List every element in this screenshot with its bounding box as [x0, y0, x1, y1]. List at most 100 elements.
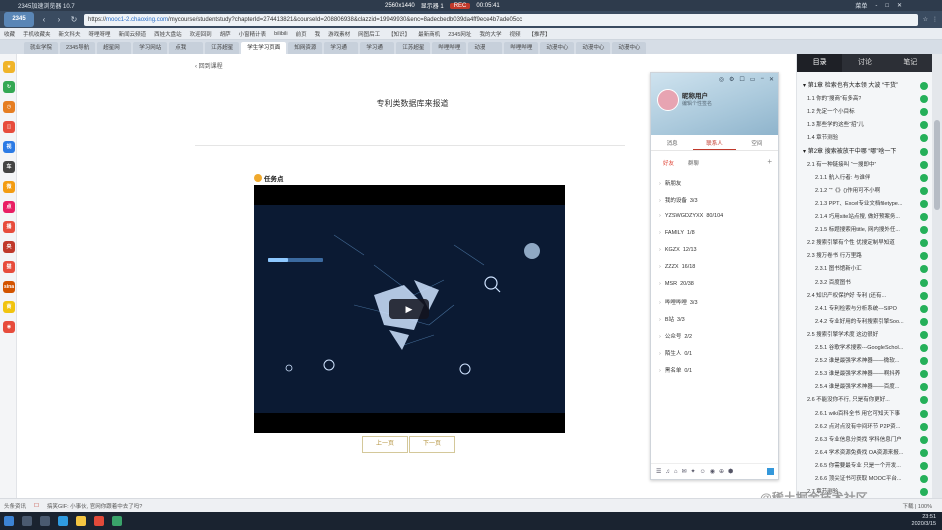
catalog-item[interactable]: 2.6.6 顶尖证书可获取 MOOC平台...: [797, 472, 933, 486]
contact-group[interactable]: › 我的设备 3/3: [659, 196, 698, 204]
catalog-item[interactable]: 2.3 搜万卷书 行万里路: [797, 249, 933, 263]
next-page-button[interactable]: 下一页: [409, 436, 455, 453]
chat-tab[interactable]: 联系人: [693, 137, 736, 150]
contact-group[interactable]: › 新朋友: [659, 179, 684, 187]
status-right[interactable]: 下载 | 100%: [902, 502, 932, 510]
bookmark-item[interactable]: 西娃大盘站: [154, 30, 182, 38]
browser-tab[interactable]: 点我: [169, 42, 204, 54]
catalog-item[interactable]: 2.5 搜索引擎学术度 这边很好: [797, 328, 933, 342]
sidebar-app-icon[interactable]: sina: [3, 281, 15, 293]
contact-group[interactable]: › 陌生人 0/1: [659, 349, 692, 357]
catalog-item[interactable]: 2.1.5 标题搜索用title, 网内搜外任...: [797, 223, 933, 237]
bookmark-item[interactable]: 【知识】: [388, 30, 410, 38]
bookmark-item[interactable]: 新文科夫: [59, 30, 81, 38]
browser-tab[interactable]: 动漫: [468, 42, 503, 54]
catalog-item[interactable]: 2.1 有一种链接叫 “一搜即中”: [797, 158, 933, 172]
catalog-item[interactable]: 1.4 章节测验: [797, 131, 933, 145]
bookmark-item[interactable]: 收藏: [4, 30, 15, 38]
chat-control-icon[interactable]: ▭: [750, 76, 756, 83]
catalog-item[interactable]: 2.1.2 “”《》()作用可不小啊: [797, 184, 933, 198]
chat-tool-icon[interactable]: ♫: [665, 469, 670, 475]
sidebar-app-icon[interactable]: 央: [3, 241, 15, 253]
chat-tab[interactable]: 空间: [736, 137, 778, 150]
refresh-icon[interactable]: ↻: [69, 15, 79, 25]
sidebar-app-icon[interactable]: 视: [3, 141, 15, 153]
catalog-item[interactable]: 2.5.3 谁是最强学术神器——啊抖养: [797, 367, 933, 381]
sidebar-app-icon[interactable]: ◫: [3, 121, 15, 133]
app-icon-2[interactable]: [112, 516, 122, 526]
contact-group[interactable]: › 黑名单 0/1: [659, 366, 692, 374]
task-view-icon[interactable]: [40, 516, 50, 526]
catalog-item[interactable]: 2.5.2 谁是最强学术神器——微软...: [797, 354, 933, 368]
catalog-item[interactable]: 2.1.1 航入行者: 与谁伴: [797, 171, 933, 185]
contact-group[interactable]: › 公众号 2/2: [659, 332, 692, 340]
catalog-item[interactable]: 2.4.2 专业好用的专利搜索引擎Soo...: [797, 315, 933, 329]
contact-group[interactable]: › MSR 20/38: [659, 281, 694, 287]
play-icon[interactable]: ▶: [389, 299, 429, 319]
sidebar-app-icon[interactable]: ◉: [3, 321, 15, 333]
contact-group[interactable]: › KGZX 12/13: [659, 247, 697, 253]
catalog-item[interactable]: 2.4 知识产权保护好 专利 (还有...: [797, 289, 933, 303]
bookmark-item[interactable]: 呀哩呀哩: [89, 30, 111, 38]
chat-control-icon[interactable]: ✕: [769, 76, 774, 83]
bookmark-item[interactable]: bilibili: [274, 31, 287, 37]
add-icon[interactable]: +: [767, 157, 772, 166]
catalog-item[interactable]: 2.5.1 谷歌学术搜索---GoogleSchol...: [797, 341, 933, 355]
rec-badge[interactable]: REC: [449, 2, 471, 9]
browser-tab[interactable]: 学习通: [324, 42, 359, 54]
chat-signature[interactable]: 编辑个性签名: [682, 100, 712, 107]
catalog-item[interactable]: 2.5.4 谁是最强学术神器——百度...: [797, 380, 933, 394]
catalog-tab[interactable]: 目录: [797, 54, 843, 72]
menu-button[interactable]: 菜单: [855, 1, 867, 10]
bookmark-item[interactable]: 新闻云频道: [119, 30, 147, 38]
catalog-item[interactable]: 2.6 不能没你不行, 只是有你更好...: [797, 393, 933, 407]
bookmark-item[interactable]: 2345网址: [448, 30, 471, 38]
sidebar-app-icon[interactable]: ↻: [3, 81, 15, 93]
contact-group[interactable]: › ZZZX 16/18: [659, 264, 695, 270]
chat-tab[interactable]: 消息: [651, 137, 693, 150]
chat-tool-icon[interactable]: ⌂: [674, 469, 678, 475]
bookmark-item[interactable]: 视频: [509, 30, 520, 38]
catalog-item[interactable]: 2.1.4 巧用site站点搜, 做好预案务...: [797, 210, 933, 224]
contact-group[interactable]: › FAMILY 1/8: [659, 230, 695, 236]
catalog-item[interactable]: 2.6.3 专业信息分类找 学科信息门户: [797, 433, 933, 447]
catalog-item[interactable]: 2.6.2 点对点没有中间环节 P2P资...: [797, 420, 933, 434]
forward-arrow-icon[interactable]: ›: [54, 15, 64, 25]
catalog-item[interactable]: 1.2 先定一个小目标: [797, 105, 933, 119]
browser-tab[interactable]: 动漫中心: [540, 42, 575, 54]
chat-tool-icon[interactable]: ⬢: [728, 468, 733, 475]
star-icon[interactable]: ☆: [923, 16, 928, 23]
sidebar-app-icon[interactable]: 播: [3, 221, 15, 233]
chat-tool-icon[interactable]: ◉: [710, 468, 715, 475]
rec-display[interactable]: 显示器 1: [421, 1, 444, 10]
browser-task-icon[interactable]: [58, 516, 68, 526]
chat-subtab[interactable]: 群聊: [688, 159, 699, 167]
browser-tab[interactable]: 学习通: [360, 42, 395, 54]
browser-logo[interactable]: 2345: [4, 12, 34, 27]
more-icon[interactable]: ⋮: [932, 16, 938, 23]
catalog-item[interactable]: 2.3.2 百度图书: [797, 276, 933, 290]
browser-tab[interactable]: 学生学习页面: [241, 42, 287, 54]
bookmark-item[interactable]: 网图后工: [358, 30, 380, 38]
sidebar-app-icon[interactable]: 车: [3, 161, 15, 173]
apps-grid-icon[interactable]: [767, 468, 774, 475]
browser-tab[interactable]: 2345导航: [60, 42, 96, 54]
avatar[interactable]: [657, 89, 679, 111]
browser-tab[interactable]: 动漫中心: [576, 42, 611, 54]
catalog-item[interactable]: 2.6.5 你需要最专业 只是一个开发...: [797, 459, 933, 473]
bookmark-item[interactable]: 手机收藏夹: [23, 30, 51, 38]
bookmark-item[interactable]: 小窗精计表: [239, 30, 267, 38]
bookmark-item[interactable]: 最新商机: [418, 30, 440, 38]
catalog-item[interactable]: 2.6.4 学术资源免费找 OA资源来报...: [797, 446, 933, 460]
catalog-chapter[interactable]: ▾ 第1章 检索也有大本领 大波 “干货”: [797, 79, 933, 93]
sidebar-app-icon[interactable]: 微: [3, 181, 15, 193]
browser-tab[interactable]: 学习网站: [133, 42, 168, 54]
close-button[interactable]: ✕: [897, 2, 902, 9]
chat-tool-icon[interactable]: ☰: [656, 468, 661, 475]
start-icon[interactable]: [4, 516, 14, 526]
chat-tool-icon[interactable]: ⊕: [719, 468, 724, 475]
folder-icon[interactable]: [76, 516, 86, 526]
chat-control-icon[interactable]: −: [760, 76, 764, 83]
sidebar-app-icon[interactable]: ★: [3, 61, 15, 73]
browser-tab[interactable]: 江苏超星: [205, 42, 240, 54]
